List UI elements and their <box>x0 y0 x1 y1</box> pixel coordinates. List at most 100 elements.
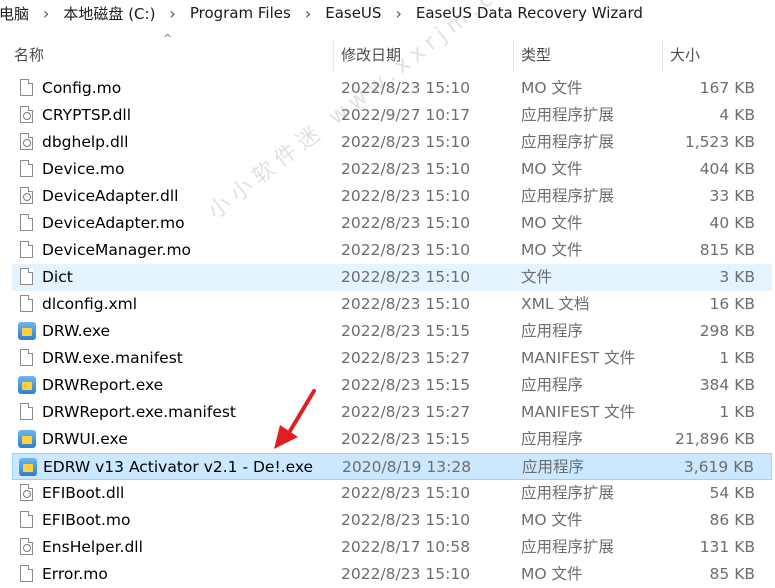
file-row[interactable]: dbghelp.dll 2022/8/23 15:10 应用程序扩展 1,523 KB <box>12 129 772 156</box>
file-row[interactable]: DRWReport.exe 2022/8/23 15:15 应用程序 384 KB <box>12 372 772 399</box>
file-type: 应用程序扩展 <box>521 133 615 151</box>
file-icon <box>18 267 36 288</box>
file-size: 1,523 KB <box>684 133 755 151</box>
file-date: 2022/8/23 15:15 <box>341 322 471 340</box>
file-date: 2022/8/23 15:10 <box>341 295 471 313</box>
dll-icon <box>18 132 36 153</box>
file-size: 1 KB <box>719 403 755 421</box>
column-header-type[interactable]: 类型 <box>521 40 551 71</box>
file-type: 应用程序 <box>521 430 584 448</box>
file-row[interactable]: DeviceAdapter.dll 2022/8/23 15:10 应用程序扩展 33… <box>12 183 772 210</box>
file-name: EFIBoot.dll <box>42 484 125 502</box>
file-row[interactable]: Dict 2022/8/23 15:10 文件 3 KB <box>12 264 772 291</box>
file-date: 2022/8/23 15:27 <box>341 403 471 421</box>
file-date: 2022/8/23 15:27 <box>341 349 471 367</box>
file-name: DeviceManager.mo <box>42 241 192 259</box>
file-name: CRYPTSP.dll <box>42 106 132 124</box>
file-date: 2022/8/17 10:58 <box>341 538 471 556</box>
exe-icon <box>19 457 37 478</box>
file-type: 应用程序扩展 <box>521 187 615 205</box>
file-date: 2022/8/23 15:10 <box>341 214 471 232</box>
file-name: DRWUI.exe <box>42 430 128 448</box>
file-size: 1 KB <box>719 349 755 367</box>
file-date: 2022/8/23 15:10 <box>341 133 471 151</box>
file-name: DRWReport.exe.manifest <box>42 403 237 421</box>
red-arrow-icon <box>274 389 316 449</box>
file-icon <box>18 78 36 99</box>
file-type: MO 文件 <box>521 214 583 232</box>
file-date: 2022/8/23 15:10 <box>341 268 471 286</box>
file-size: 131 KB <box>699 538 755 556</box>
breadcrumb-separator-icon[interactable]: › <box>159 4 185 23</box>
file-icon <box>18 348 36 369</box>
file-row[interactable]: DRWReport.exe.manifest 2022/8/23 15:27 MAN… <box>12 399 772 426</box>
dll-icon <box>18 186 36 207</box>
file-size: 33 KB <box>709 187 755 205</box>
file-icon <box>18 240 36 261</box>
exe-icon <box>18 429 36 450</box>
file-type: MO 文件 <box>521 79 583 97</box>
breadcrumb-separator-icon[interactable]: › <box>295 4 321 23</box>
file-row[interactable]: DRWUI.exe 2022/8/23 15:15 应用程序 21,896 KB <box>12 426 772 453</box>
file-size: 16 KB <box>709 295 755 313</box>
breadcrumb-local-disk[interactable]: 本地磁盘 (C:) <box>59 3 159 24</box>
file-name: Dict <box>42 268 73 286</box>
file-row[interactable]: dlconfig.xml 2022/8/23 15:10 XML 文档 16 KB <box>12 291 772 318</box>
file-row[interactable]: EFIBoot.dll 2022/8/23 15:10 应用程序扩展 54 KB <box>12 480 772 507</box>
breadcrumb-this-pc[interactable]: 电脑 <box>0 3 33 24</box>
file-type: 应用程序扩展 <box>521 106 615 124</box>
file-size: 298 KB <box>699 322 755 340</box>
file-size: 21,896 KB <box>675 430 755 448</box>
file-size: 167 KB <box>699 79 755 97</box>
file-size: 85 KB <box>709 565 755 583</box>
file-row[interactable]: EDRW v13 Activator v2.1 - De!.exe 2020/8/… <box>12 453 772 480</box>
file-size: 4 KB <box>719 106 755 124</box>
file-row[interactable]: DeviceAdapter.mo 2022/8/23 15:10 MO 文件 40 K… <box>12 210 772 237</box>
column-header-name[interactable]: 名称 <box>14 40 44 71</box>
file-icon <box>18 510 36 531</box>
exe-icon <box>18 321 36 342</box>
breadcrumb-easeus[interactable]: EaseUS <box>321 4 385 22</box>
breadcrumb-program-files[interactable]: Program Files <box>186 4 295 22</box>
file-date: 2022/8/23 15:10 <box>341 241 471 259</box>
file-type: MO 文件 <box>521 160 583 178</box>
file-type: 应用程序 <box>521 322 584 340</box>
sort-ascending-icon: ^ <box>163 32 173 45</box>
dll-icon <box>18 537 36 558</box>
file-date: 2022/8/23 15:10 <box>341 160 471 178</box>
file-row[interactable]: DeviceManager.mo 2022/8/23 15:10 MO 文件 815 … <box>12 237 772 264</box>
file-type: 应用程序扩展 <box>521 538 615 556</box>
file-row[interactable]: Device.mo 2022/8/23 15:10 MO 文件 404 KB <box>12 156 772 183</box>
file-name: EnsHelper.dll <box>42 538 143 556</box>
file-row[interactable]: EnsHelper.dll 2022/8/17 10:58 应用程序扩展 131 KB <box>12 534 772 561</box>
file-row[interactable]: EFIBoot.mo 2022/8/23 15:10 MO 文件 86 KB <box>12 507 772 534</box>
exe-icon <box>18 375 36 396</box>
column-divider[interactable] <box>333 40 334 71</box>
column-divider[interactable] <box>662 40 663 71</box>
column-divider[interactable] <box>513 40 514 71</box>
file-date: 2022/8/23 15:15 <box>341 376 471 394</box>
file-name: DRW.exe.manifest <box>42 349 183 367</box>
file-row[interactable]: DRW.exe.manifest 2022/8/23 15:27 MANIFEST … <box>12 345 772 372</box>
breadcrumb-separator-icon[interactable]: › <box>33 4 59 23</box>
file-name: Config.mo <box>42 79 122 97</box>
file-icon <box>18 294 36 315</box>
file-icon <box>18 213 36 234</box>
file-name: DRW.exe <box>42 322 111 340</box>
breadcrumb-separator-icon[interactable]: › <box>385 4 411 23</box>
file-row[interactable]: DRW.exe 2022/8/23 15:15 应用程序 298 KB <box>12 318 772 345</box>
file-type: MO 文件 <box>521 241 583 259</box>
file-row[interactable]: CRYPTSP.dll 2022/9/27 10:17 应用程序扩展 4 KB <box>12 102 772 129</box>
file-size: 815 KB <box>699 241 755 259</box>
file-size: 3,619 KB <box>683 458 754 476</box>
file-name: dbghelp.dll <box>42 133 129 151</box>
file-date: 2022/8/23 15:10 <box>341 565 471 583</box>
file-type: 应用程序 <box>522 458 585 476</box>
column-header-size[interactable]: 大小 <box>670 40 700 71</box>
file-row[interactable]: Error.mo 2022/8/23 15:10 MO 文件 85 KB <box>12 561 772 588</box>
file-type: 应用程序扩展 <box>521 484 615 502</box>
file-icon <box>18 402 36 423</box>
file-size: 384 KB <box>699 376 755 394</box>
file-type: XML 文档 <box>521 295 590 313</box>
file-name: EFIBoot.mo <box>42 511 131 529</box>
